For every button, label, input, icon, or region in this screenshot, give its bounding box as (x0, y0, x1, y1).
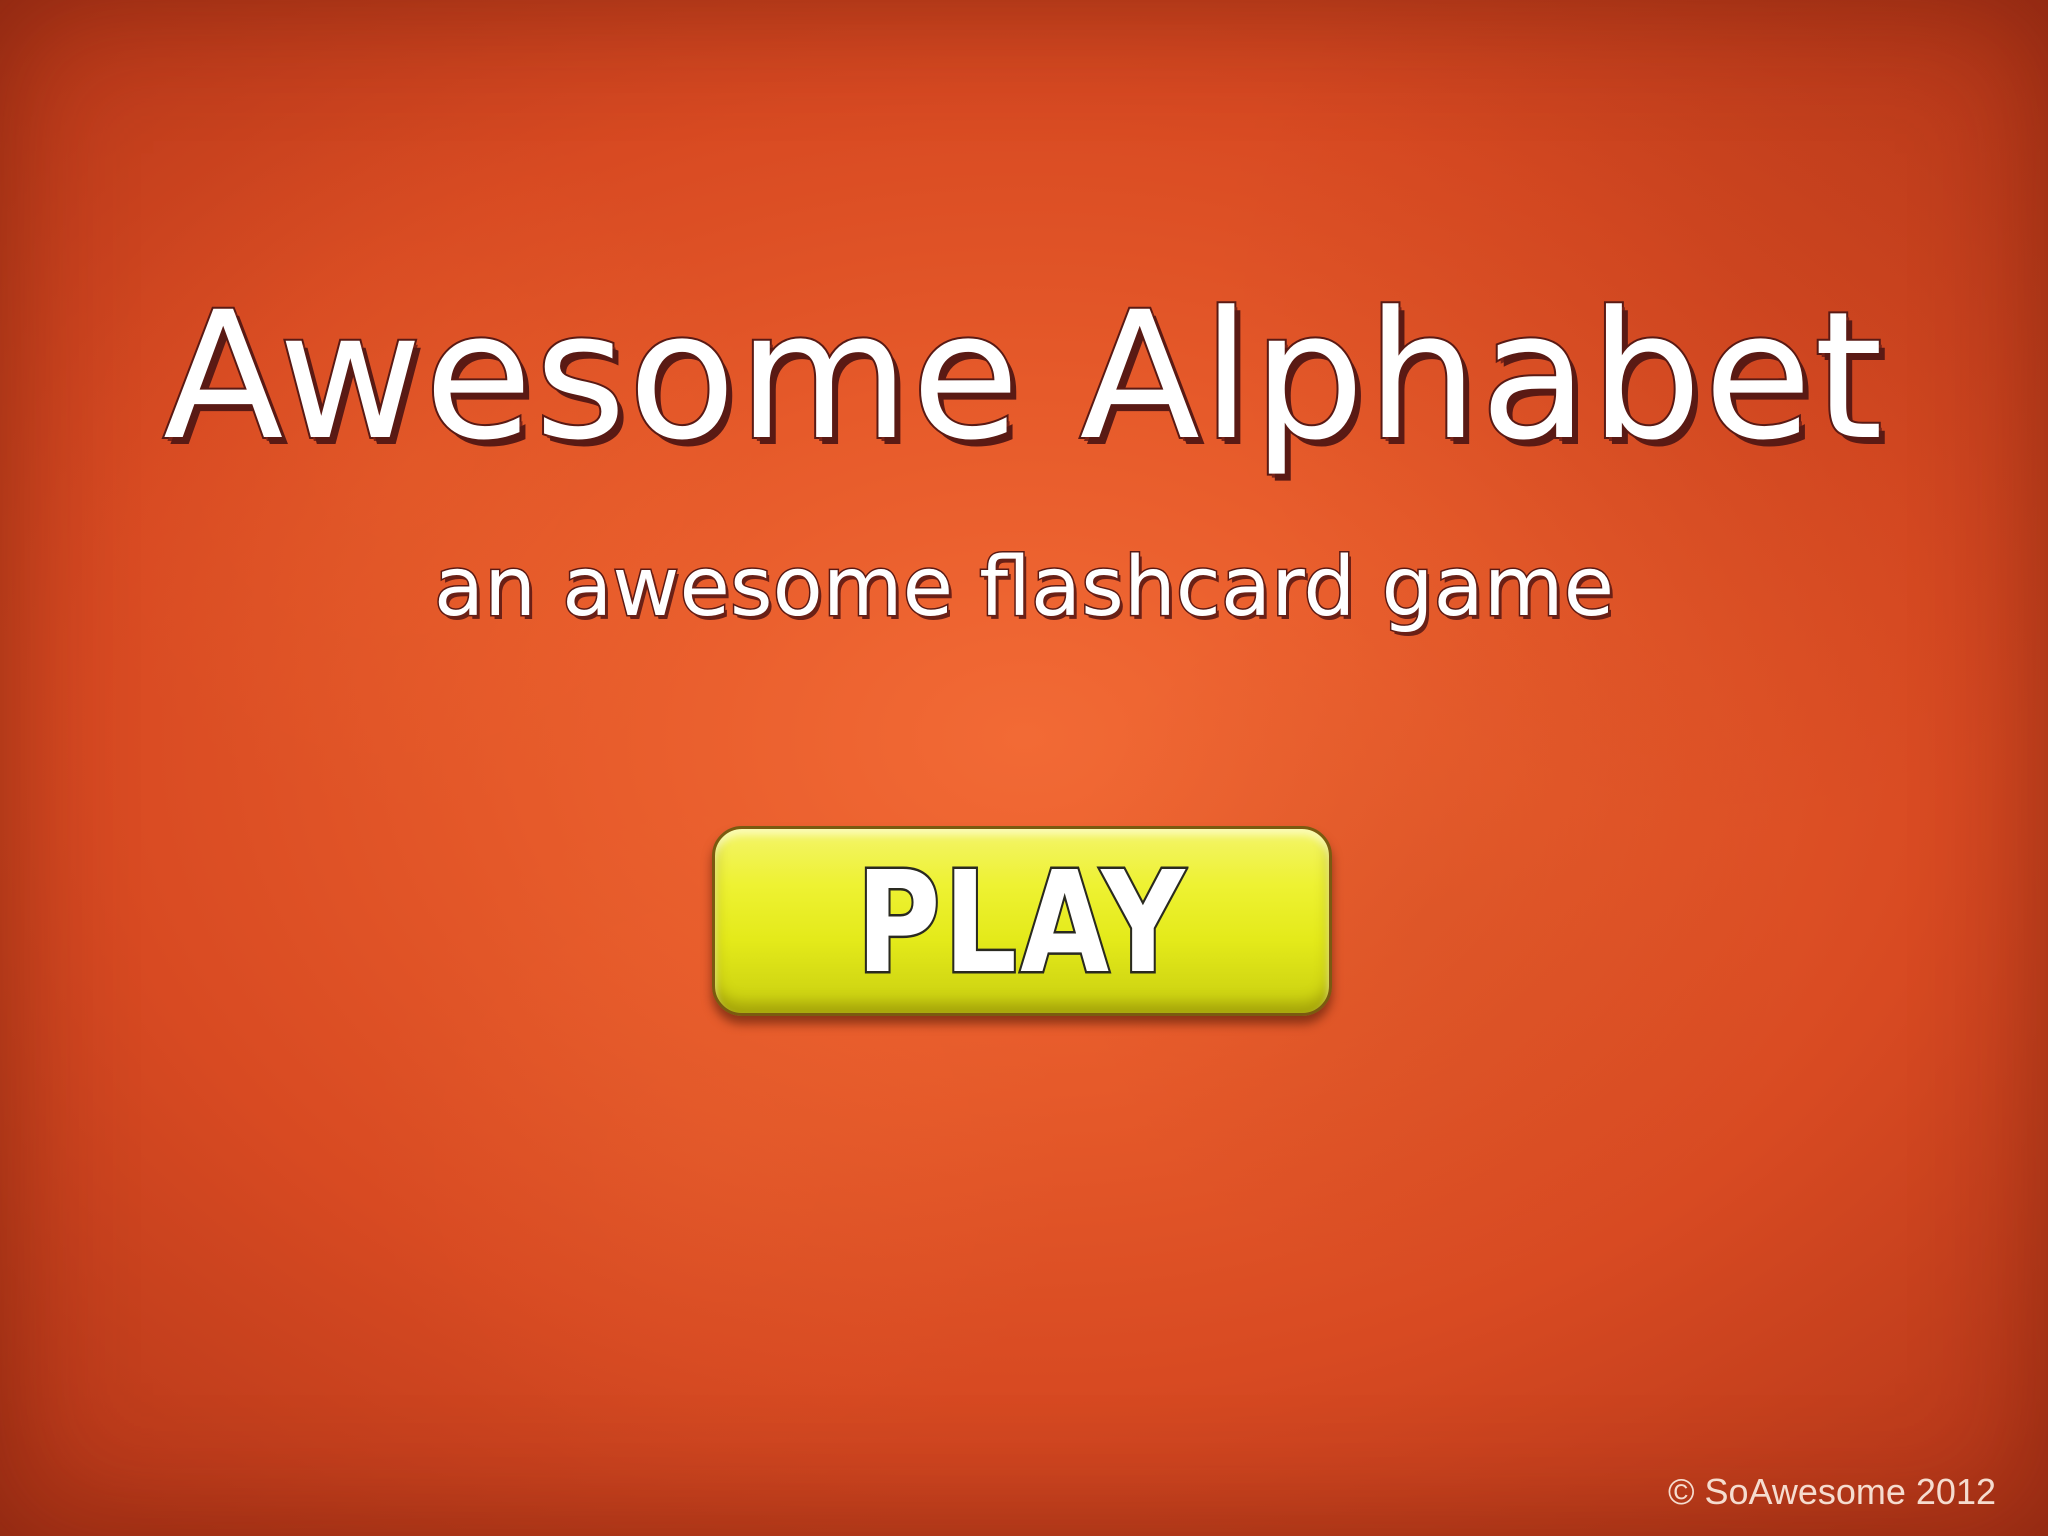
copyright-notice: © SoAwesome 2012 (1667, 1471, 1996, 1512)
background-texture (0, 0, 2048, 1536)
game-subtitle: an awesome flashcard game (432, 539, 1615, 637)
game-title: Awesome Alphabet (161, 274, 1885, 479)
play-button-label: PLAY (854, 842, 1188, 1005)
play-button[interactable]: PLAY (712, 826, 1332, 1016)
background-vignette (0, 0, 2048, 1536)
